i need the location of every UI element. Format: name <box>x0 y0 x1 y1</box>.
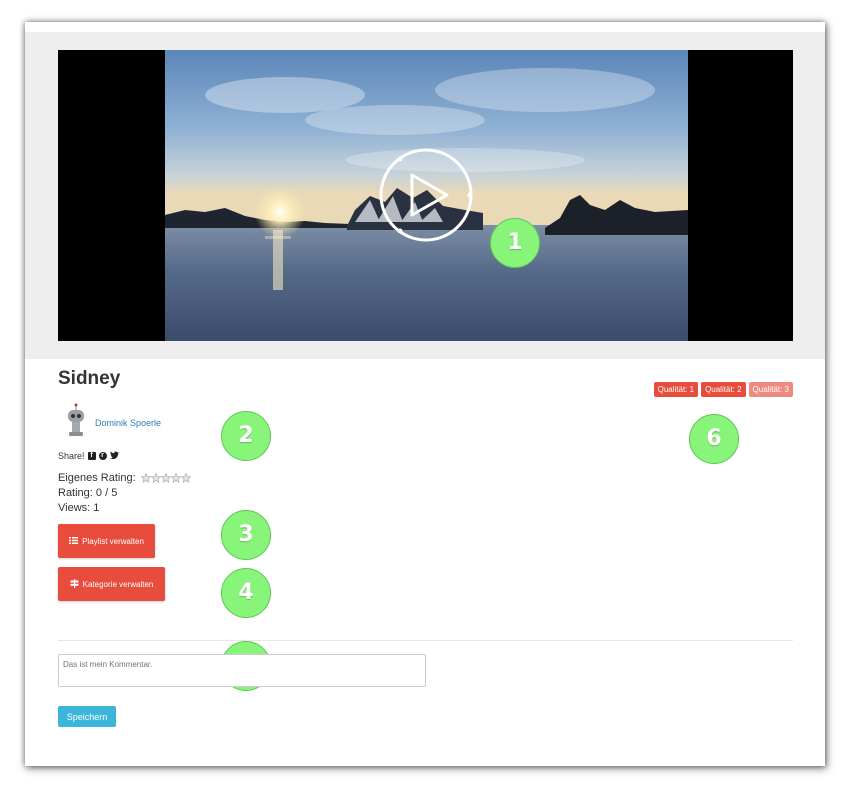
author-link[interactable]: Dominik Spoerle <box>95 418 161 428</box>
own-rating-label: Eigenes Rating: <box>58 472 136 484</box>
quality-badge-2[interactable]: Qualität: 2 <box>701 382 746 397</box>
views-text: Views: 1 <box>58 502 100 514</box>
signpost-icon <box>70 578 79 590</box>
quality-badge-3[interactable]: Qualität: 3 <box>748 382 793 397</box>
twitter-icon[interactable] <box>109 451 119 461</box>
save-button[interactable]: Speichern <box>58 706 116 727</box>
annotation-badge-2: 2 <box>221 411 271 461</box>
annotation-badge-3: 3 <box>221 510 271 560</box>
manage-category-label: Kategorie verwalten <box>82 579 154 589</box>
reddit-icon[interactable]: r <box>98 452 107 460</box>
facebook-icon[interactable]: f <box>87 452 96 460</box>
annotation-badge-6: 6 <box>689 414 739 464</box>
list-icon <box>69 536 79 546</box>
video-area <box>25 32 825 359</box>
star-icon[interactable] <box>140 473 151 484</box>
share-row: Share! f r <box>58 451 119 461</box>
star-icon[interactable] <box>150 473 161 484</box>
avatar[interactable] <box>65 402 87 438</box>
rating-text: Rating: 0 / 5 <box>58 487 118 499</box>
quality-badge-1[interactable]: Qualität: 1 <box>653 382 699 397</box>
manage-playlist-label: Playlist verwalten <box>82 536 144 546</box>
divider <box>58 640 793 641</box>
star-icon[interactable] <box>180 473 191 484</box>
own-rating-row: Eigenes Rating: <box>58 472 191 484</box>
share-label: Share! <box>58 451 85 461</box>
play-icon <box>379 148 473 242</box>
video-title: Sidney <box>58 368 121 389</box>
annotation-badge-4: 4 <box>221 568 271 618</box>
comment-input[interactable] <box>58 654 426 687</box>
app-window: 1 2 3 4 5 6 Sidney Dominik Spoerle Share… <box>25 22 825 766</box>
annotation-badge-1: 1 <box>490 218 540 268</box>
play-button[interactable] <box>379 148 473 242</box>
star-icon[interactable] <box>160 473 171 484</box>
manage-playlist-button[interactable]: Playlist verwalten <box>58 524 155 558</box>
manage-category-button[interactable]: Kategorie verwalten <box>58 567 165 601</box>
video-player[interactable] <box>58 50 793 341</box>
quality-selector: Qualität: 1 Qualität: 2 Qualität: 3 <box>653 382 793 397</box>
star-rating[interactable] <box>140 473 191 484</box>
star-icon[interactable] <box>170 473 181 484</box>
